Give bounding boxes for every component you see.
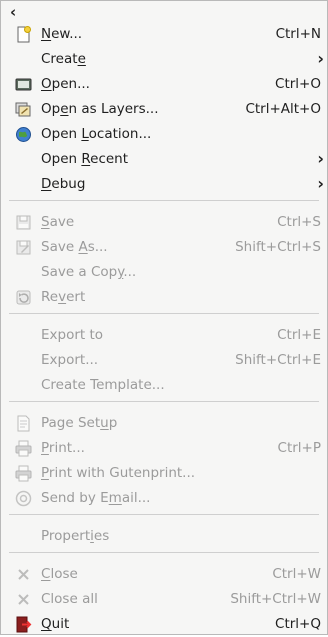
menu-item-revert: Revert	[1, 285, 327, 310]
menu-item-label: Save	[41, 214, 75, 230]
mnemonic-letter: Q	[41, 616, 52, 632]
menu-item-label: Print...	[41, 440, 85, 456]
submenu-arrow-icon: ›	[317, 149, 324, 168]
menu-item-label: Export to	[41, 327, 104, 343]
keyboard-shortcut: Ctrl+Alt+O	[245, 101, 321, 117]
menu-item-send-by-email: Send by Email...	[1, 486, 327, 511]
menu-item-save-as: Save As... Shift+Ctrl+S	[1, 235, 327, 260]
menu-item-label: Properties	[41, 528, 110, 544]
email-icon	[15, 490, 32, 507]
menu-item-label: Close all	[41, 591, 98, 607]
menu-separator	[9, 552, 319, 553]
keyboard-shortcut: Shift+Ctrl+E	[235, 352, 321, 368]
keyboard-shortcut: Ctrl+Q	[275, 616, 321, 632]
menu-item-label: Create Template...	[41, 377, 165, 393]
menu-item-create-template: Create Template...	[1, 373, 327, 398]
printer-icon	[15, 465, 32, 482]
mnemonic-letter: N	[41, 26, 52, 42]
keyboard-shortcut: Shift+Ctrl+W	[230, 591, 321, 607]
page-setup-icon	[15, 415, 32, 432]
menu-item-export-to: Export to Ctrl+E	[1, 323, 327, 348]
menu-item-page-setup: Page Setup	[1, 411, 327, 436]
printer-icon	[15, 440, 32, 457]
layers-icon	[15, 101, 32, 118]
keyboard-shortcut: Ctrl+P	[277, 440, 321, 456]
menu-item-label: Page Setup	[41, 415, 118, 431]
save-icon	[15, 214, 32, 231]
menu-item-label: Create	[41, 51, 86, 67]
menu-item-close-all: Close all Shift+Ctrl+W	[1, 587, 327, 612]
menu-separator	[9, 200, 319, 201]
menu-item-create[interactable]: Create ›	[1, 47, 327, 72]
mnemonic-letter: u	[100, 415, 109, 431]
file-menu: ‹ New... Ctrl+N Create › Open... Ctrl+O Open a…	[0, 0, 328, 635]
submenu-arrow-icon: ›	[317, 174, 324, 193]
menu-item-close: Close Ctrl+W	[1, 562, 327, 587]
keyboard-shortcut: Shift+Ctrl+S	[235, 239, 321, 255]
menu-item-save: Save Ctrl+S	[1, 210, 327, 235]
menu-item-open-as-layers[interactable]: Open as Layers... Ctrl+Alt+O	[1, 97, 327, 122]
mnemonic-letter: L	[81, 126, 89, 142]
menu-item-quit[interactable]: Quit Ctrl+Q	[1, 612, 327, 637]
menu-item-debug[interactable]: Debug ›	[1, 172, 327, 197]
mnemonic-letter: P	[41, 465, 49, 481]
menu-item-label: Quit	[41, 616, 70, 632]
keyboard-shortcut: Ctrl+S	[277, 214, 321, 230]
mnemonic-letter: e	[77, 51, 86, 67]
keyboard-shortcut: Ctrl+E	[277, 327, 321, 343]
mnemonic-letter: P	[41, 440, 49, 456]
menu-separator	[9, 514, 319, 515]
mnemonic-letter: e	[60, 101, 69, 117]
menu-item-properties: Properties	[1, 524, 327, 549]
menu-item-print: Print... Ctrl+P	[1, 436, 327, 461]
menu-item-label: Open...	[41, 76, 90, 92]
save-as-icon	[15, 239, 32, 256]
menu-item-label: Export...	[41, 352, 99, 368]
menu-item-open-location[interactable]: Open Location...	[1, 122, 327, 147]
mnemonic-letter: A	[78, 239, 88, 255]
menu-separator	[9, 313, 319, 314]
keyboard-shortcut: Ctrl+N	[275, 26, 321, 42]
menu-item-label: Save As...	[41, 239, 108, 255]
menu-item-label: Revert	[41, 289, 86, 305]
menu-item-label: Open Recent	[41, 151, 129, 167]
menu-item-save-a-copy: Save a Copy...	[1, 260, 327, 285]
new-file-icon	[15, 26, 32, 43]
mnemonic-letter: R	[81, 151, 91, 167]
menu-item-label: Open as Layers...	[41, 101, 159, 117]
mnemonic-letter: D	[41, 176, 52, 192]
menu-item-label: Close	[41, 566, 78, 582]
menu-item-label: Open Location...	[41, 126, 152, 142]
keyboard-shortcut: Ctrl+O	[275, 76, 321, 92]
close-icon	[15, 566, 32, 583]
menu-item-label: Send by Email...	[41, 490, 151, 506]
submenu-arrow-icon: ›	[317, 49, 324, 68]
menu-item-export: Export... Shift+Ctrl+E	[1, 348, 327, 373]
globe-icon	[15, 126, 32, 143]
revert-icon	[15, 289, 32, 306]
open-folder-icon	[15, 76, 32, 93]
mnemonic-letter: m	[108, 490, 122, 506]
mnemonic-letter: O	[41, 76, 52, 92]
menu-item-label: New...	[41, 26, 83, 42]
menu-item-label: Print with Gutenprint...	[41, 465, 196, 481]
keyboard-shortcut: Ctrl+W	[272, 566, 321, 582]
menu-item-label: Debug	[41, 176, 86, 192]
menu-item-open[interactable]: Open... Ctrl+O	[1, 72, 327, 97]
close-icon	[15, 591, 32, 608]
mnemonic-letter: S	[41, 214, 50, 230]
back-arrow-icon[interactable]: ‹	[10, 3, 30, 21]
menu-item-label: Save a Copy...	[41, 264, 137, 280]
menu-separator	[9, 401, 319, 402]
quit-icon	[15, 616, 32, 633]
menu-item-open-recent[interactable]: Open Recent ›	[1, 147, 327, 172]
menu-item-new[interactable]: New... Ctrl+N	[1, 22, 327, 47]
mnemonic-letter: v	[58, 289, 67, 305]
menu-item-print-with-gutenprint: Print with Gutenprint...	[1, 461, 327, 486]
